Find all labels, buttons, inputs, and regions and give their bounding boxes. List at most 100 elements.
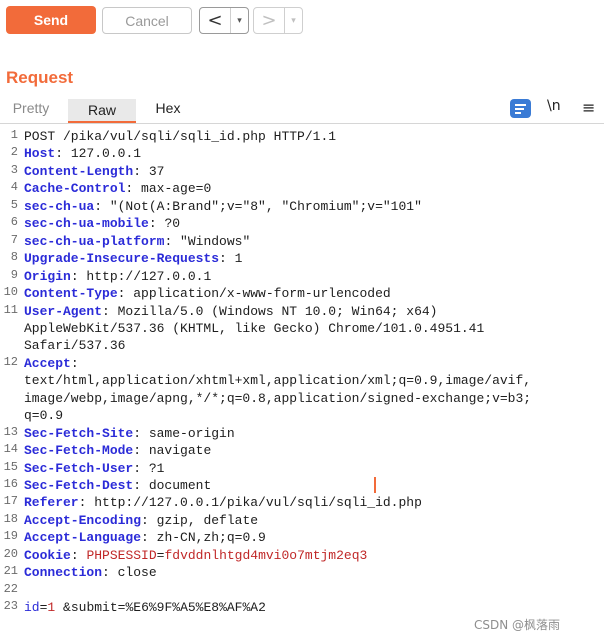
header-name: Cookie <box>24 547 71 563</box>
line-content: User-Agent: Mozilla/5.0 (Windows NT 10.0… <box>24 303 437 320</box>
editor-line: 10 Content-Type: application/x-www-form-u… <box>0 285 604 302</box>
header-name: Connection <box>24 565 103 581</box>
editor-line: 7 sec-ch-ua-platform: "Windows" <box>0 233 604 250</box>
header-value: document <box>141 478 212 493</box>
header-colon: : <box>219 251 227 267</box>
line-number: 18 <box>3 511 18 526</box>
editor-line: 2 Host: 127.0.0.1 <box>0 145 604 162</box>
header-value: 1 <box>226 251 243 267</box>
body-param-key: &submit <box>63 600 118 616</box>
editor-line: 6 sec-ch-ua-mobile: ?0 <box>0 215 604 232</box>
line-number: 12 <box>3 354 18 369</box>
editor-line: 19 Accept-Language: zh-CN,zh;q=0.9 <box>0 529 604 546</box>
editor-line: 5 sec-ch-ua: "(Not(A:Brand";v="8", "Chrom… <box>0 198 604 215</box>
line-content: image/webp,image/apng,*/*;q=0.8,applicat… <box>24 390 532 406</box>
history-forward-group[interactable]: > ▾ <box>253 7 303 34</box>
header-value: "(Not(A:Brand";v="8", "Chromium";v="101" <box>102 198 422 214</box>
forward-dropdown-icon[interactable]: ▾ <box>285 8 302 33</box>
line-content: sec-ch-ua-platform: "Windows" <box>24 233 250 250</box>
cookie-value: fdvddnlhtgd4mvi0o7mtjm2eq3 <box>164 547 368 563</box>
line-number: 8 <box>10 250 18 265</box>
body-param-value: %E6%9F%A5%E8%AF%A2 <box>125 600 266 616</box>
body-param-key: id <box>24 600 40 616</box>
header-colon: : <box>70 547 79 563</box>
line-number: 10 <box>3 285 18 300</box>
line-number: 15 <box>3 459 18 474</box>
line-number: 3 <box>10 162 18 177</box>
editor-line: 4 Cache-Control: max-age=0 <box>0 180 604 197</box>
send-button[interactable]: Send <box>6 6 96 34</box>
editor-line: 8 Upgrade-Insecure-Requests: 1 <box>0 250 604 267</box>
header-value: max-age=0 <box>133 181 212 197</box>
menu-icon[interactable]: ≡ <box>582 98 595 117</box>
request-panel-title: Request <box>6 68 74 87</box>
header-name: sec-ch-ua-mobile <box>24 216 149 232</box>
line-number: 22 <box>3 581 18 596</box>
editor-line: AppleWebKit/537.36 (KHTML, like Gecko) C… <box>0 320 604 337</box>
editor-line: text/html,application/xhtml+xml,applicat… <box>0 372 604 389</box>
editor-line: 15 Sec-Fetch-User: ?1 <box>0 460 604 477</box>
header-name: Sec-Fetch-User <box>24 460 134 476</box>
editor-line: 11 User-Agent: Mozilla/5.0 (Windows NT 10… <box>0 303 604 320</box>
line-number: 1 <box>10 128 18 142</box>
editor-line: 22 <box>0 582 604 599</box>
header-name: sec-ch-ua <box>24 198 95 214</box>
line-content: Sec-Fetch-User: ?1 <box>24 460 164 477</box>
line-content: Accept: <box>24 355 79 372</box>
header-colon: : <box>133 460 142 476</box>
line-content: Accept-Encoding: gzip, deflate <box>24 512 258 529</box>
history-back-group[interactable]: < ▾ <box>199 7 249 34</box>
cookie-name: PHPSESSID <box>86 547 157 563</box>
line-number: 20 <box>3 546 18 561</box>
line-number: 7 <box>10 232 18 247</box>
line-number: 13 <box>3 424 18 439</box>
header-name: Origin <box>24 268 71 284</box>
line-number: 4 <box>10 180 18 195</box>
header-name: Accept-Language <box>24 530 142 546</box>
tab-hex[interactable]: Hex <box>140 100 196 122</box>
header-name: sec-ch-ua-platform <box>24 233 165 249</box>
line-content: Content-Type: application/x-www-form-url… <box>24 285 391 302</box>
back-arrow-icon[interactable]: < <box>200 8 231 33</box>
editor-line: 23 id=1 &submit=%E6%9F%A5%E8%AF%A2 <box>0 599 604 616</box>
line-content: q=0.9 <box>24 408 64 424</box>
header-value: 127.0.0.1 <box>63 146 142 162</box>
toolbar: Send Cancel < ▾ > ▾ <box>0 0 604 42</box>
header-value: "Windows" <box>172 233 251 249</box>
header-value: http://127.0.0.1 <box>78 268 212 284</box>
header-colon: : <box>141 530 149 546</box>
newline-toggle-icon[interactable]: \n <box>547 98 561 114</box>
header-value: zh-CN,zh;q=0.9 <box>148 530 266 546</box>
header-name: Sec-Fetch-Dest <box>24 478 134 493</box>
line-content: Referer: http://127.0.0.1/pika/vul/sqli/… <box>24 494 422 511</box>
body-space <box>55 600 63 615</box>
line-content: Sec-Fetch-Dest: document <box>24 477 211 494</box>
line-number: 23 <box>3 599 18 614</box>
header-value: navigate <box>141 443 212 459</box>
line-number: 19 <box>3 529 18 544</box>
header-value: Mozilla/5.0 (Windows NT 10.0; Win64; x64… <box>109 303 438 319</box>
editor-line: image/webp,image/apng,*/*;q=0.8,applicat… <box>0 390 604 407</box>
raw-request-editor[interactable]: 1 POST /pika/vul/sqli/sqli_id.php HTTP/1.… <box>0 124 604 624</box>
line-number: 14 <box>3 442 18 457</box>
line-content: sec-ch-ua-mobile: ?0 <box>24 215 180 232</box>
cancel-button[interactable]: Cancel <box>102 7 192 34</box>
header-name: Referer <box>24 495 79 511</box>
header-value: http://127.0.0.1/pika/vul/sqli/sqli_id.p… <box>86 495 422 511</box>
back-dropdown-icon[interactable]: ▾ <box>231 8 248 33</box>
header-name: User-Agent <box>24 303 103 319</box>
tab-raw[interactable]: Raw <box>68 99 136 123</box>
line-content: Sec-Fetch-Mode: navigate <box>24 442 211 459</box>
header-colon: : <box>133 443 142 459</box>
header-value: application/x-www-form-urlencoded <box>125 286 391 302</box>
pretty-print-icon[interactable] <box>510 99 531 118</box>
tab-pretty[interactable]: Pretty <box>0 100 62 122</box>
header-colon: : <box>55 146 64 162</box>
header-value: close <box>109 565 157 581</box>
editor-line: 20 Cookie: PHPSESSID=fdvddnlhtgd4mvi0o7mt… <box>0 547 604 564</box>
line-content: AppleWebKit/537.36 (KHTML, like Gecko) C… <box>24 320 485 336</box>
text-cursor <box>374 477 376 493</box>
forward-arrow-icon[interactable]: > <box>254 8 285 33</box>
editor-line: q=0.9 <box>0 407 604 424</box>
line-number: 6 <box>10 215 18 230</box>
